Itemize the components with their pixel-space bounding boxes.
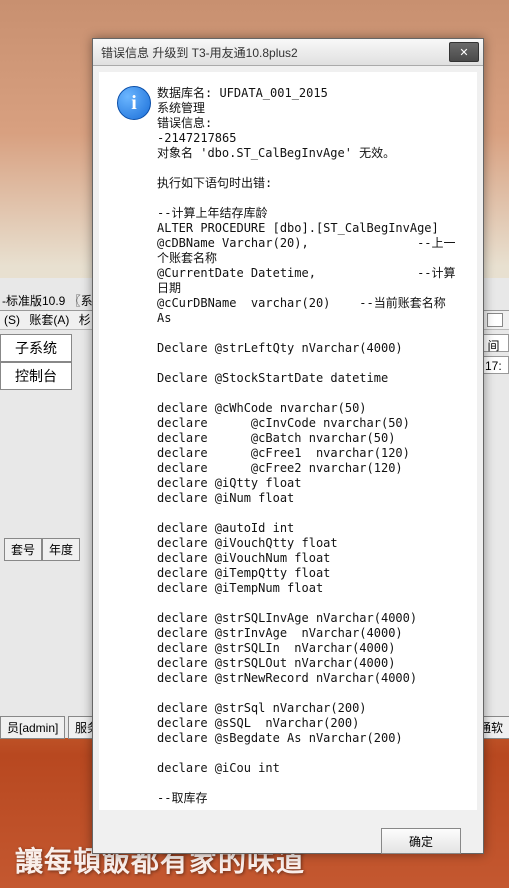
error-dialog: 错误信息 升级到 T3-用友通10.8plus2 ✕ i 数据库名: UFDAT…	[92, 38, 484, 854]
error-message: 数据库名: UFDATA_001_2015 系统管理 错误信息: -214721…	[157, 86, 459, 806]
dialog-button-bar: 确定	[93, 816, 483, 866]
bg-status-set[interactable]: 套号	[4, 538, 42, 561]
close-button[interactable]: ✕	[449, 42, 479, 62]
bg-win-max-icon[interactable]	[487, 313, 503, 327]
bg-cell-console[interactable]: 控制台	[0, 362, 72, 390]
bg-cell-subsystem[interactable]: 子系统	[0, 334, 72, 362]
bg-app-title: -标准版10.9 〖系	[2, 292, 93, 309]
bg-status-year[interactable]: 年度	[42, 538, 80, 561]
bg-status-user: 员[admin]	[0, 716, 65, 739]
dialog-title: 错误信息 升级到 T3-用友通10.8plus2	[101, 44, 449, 61]
bg-left-cells: 子系统 控制台	[0, 334, 72, 390]
bg-menu-s[interactable]: (S)	[4, 313, 20, 327]
bg-menu-a[interactable]: 账套(A)	[29, 313, 69, 327]
bg-menu-3[interactable]: 杉	[79, 313, 91, 327]
dialog-titlebar[interactable]: 错误信息 升级到 T3-用友通10.8plus2 ✕	[93, 39, 483, 66]
dialog-content: i 数据库名: UFDATA_001_2015 系统管理 错误信息: -2147…	[99, 72, 477, 810]
info-icon: i	[117, 86, 151, 120]
close-icon: ✕	[459, 46, 468, 59]
ok-button[interactable]: 确定	[381, 828, 461, 854]
